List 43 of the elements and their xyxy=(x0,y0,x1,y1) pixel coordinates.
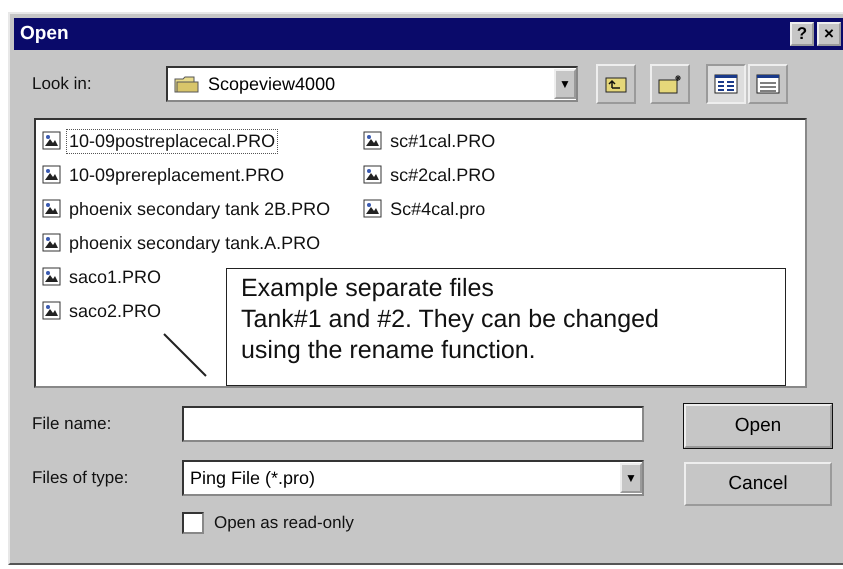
folder-icon xyxy=(174,74,200,94)
details-view-icon xyxy=(756,74,780,94)
file-type-label: Files of type: xyxy=(32,468,130,488)
cancel-button[interactable]: Cancel xyxy=(684,462,832,506)
leader-line xyxy=(162,332,208,378)
file-item[interactable]: phoenix secondary tank 2B.PRO xyxy=(66,196,334,222)
file-icon xyxy=(42,267,62,287)
file-icon xyxy=(363,165,384,185)
window-title: Open xyxy=(20,23,69,45)
file-item[interactable]: saco1.PRO xyxy=(66,264,164,290)
file-name-label: File name: xyxy=(32,414,112,434)
help-button[interactable]: ? xyxy=(790,22,814,46)
new-folder-icon xyxy=(657,73,683,95)
file-icon xyxy=(42,199,62,219)
file-name-field[interactable] xyxy=(182,406,644,442)
look-in-label: Look in: xyxy=(32,74,93,94)
file-icon xyxy=(42,165,62,185)
newfolder-button[interactable] xyxy=(650,64,690,104)
callout-note: Example separate files Tank#1 and #2. They can be changed using the rename function. xyxy=(226,268,786,386)
file-icon xyxy=(42,131,62,151)
dropdown-arrow-button[interactable]: ▼ xyxy=(620,463,642,493)
look-in-dropdown[interactable]: Scopeview4000 ▼ xyxy=(166,66,578,102)
dropdown-arrow-button[interactable]: ▼ xyxy=(554,69,576,99)
file-item[interactable]: 10-09prereplacement.PRO xyxy=(66,162,288,188)
file-type-dropdown[interactable]: Ping File (*.pro) ▼ xyxy=(182,460,644,496)
close-button[interactable]: × xyxy=(817,22,841,46)
file-item[interactable]: sc#2cal.PRO xyxy=(387,162,498,188)
file-item[interactable]: sc#1cal.PRO xyxy=(387,128,498,154)
file-icon xyxy=(363,131,384,151)
file-icon xyxy=(42,301,62,321)
file-item[interactable]: 10-09postreplacecal.PRO xyxy=(66,128,278,154)
file-item[interactable]: saco2.PRO xyxy=(66,298,164,324)
read-only-checkbox[interactable] xyxy=(182,512,204,534)
details-button[interactable] xyxy=(748,64,788,104)
file-item[interactable]: phoenix secondary tank.A.PRO xyxy=(66,230,324,256)
list-view-icon xyxy=(714,74,738,94)
read-only-label: Open as read-only xyxy=(214,513,354,533)
file-icon xyxy=(363,199,384,219)
list-button[interactable] xyxy=(706,64,746,104)
file-icon xyxy=(42,233,62,253)
open-button[interactable]: Open xyxy=(684,404,832,448)
file-item[interactable]: Sc#4cal.pro xyxy=(387,196,488,222)
up-button[interactable] xyxy=(596,64,636,104)
